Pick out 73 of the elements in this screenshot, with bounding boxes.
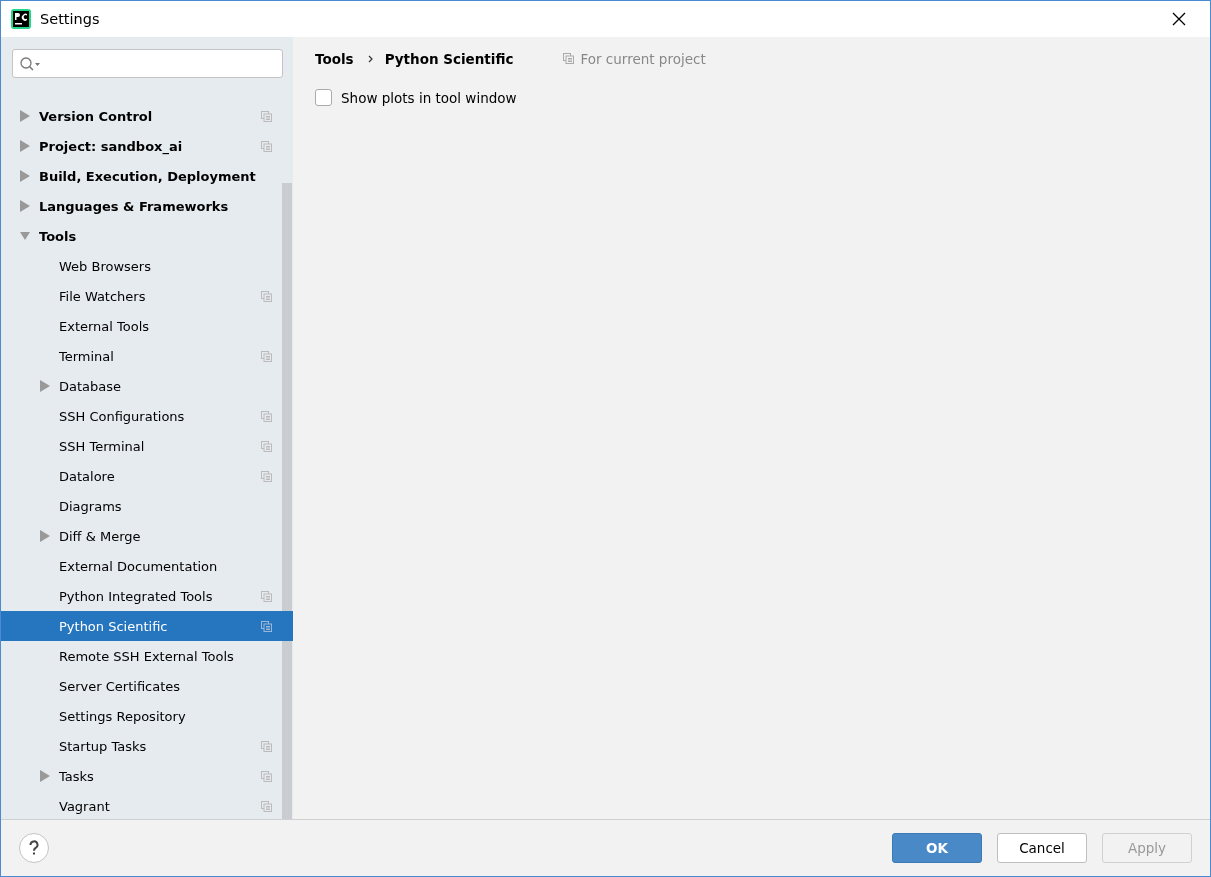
dialog-button[interactable]: OK [892, 833, 982, 863]
tree-item-label: Languages & Frameworks [39, 198, 230, 214]
tree-item[interactable]: Python Scientific [1, 611, 293, 641]
collapsed-arrow-icon[interactable] [20, 140, 30, 152]
tree-item-label: SSH Terminal [59, 438, 146, 454]
tree-item-label: Tools [39, 228, 78, 244]
tree-item-label: Diagrams [59, 498, 123, 514]
tree-item-label: External Tools [59, 318, 151, 334]
tree-item[interactable]: Tools [1, 221, 282, 251]
tree-item[interactable]: Diagrams [1, 491, 282, 521]
close-icon[interactable] [1172, 12, 1186, 26]
tree-item[interactable]: File Watchers [1, 281, 282, 311]
help-button[interactable] [19, 833, 49, 863]
tree-item-label: Python Scientific [59, 618, 169, 634]
collapsed-arrow-icon[interactable] [40, 530, 50, 542]
tree-item-label: Database [59, 378, 123, 394]
collapsed-arrow-icon[interactable] [20, 200, 30, 212]
tree-item[interactable]: Project: sandbox_ai [1, 131, 282, 161]
collapsed-arrow-icon[interactable] [20, 170, 30, 182]
checkbox[interactable] [315, 89, 332, 106]
window-title: Settings [40, 11, 101, 27]
dialog-button[interactable]: Cancel [997, 833, 1087, 863]
tree-item-label: Web Browsers [59, 258, 152, 274]
tree-item-label: Tasks [59, 768, 95, 784]
tree-item-label: Version Control [39, 108, 154, 124]
chevron-icon [367, 54, 374, 63]
expanded-arrow-icon[interactable] [20, 230, 30, 242]
tree-item[interactable]: External Documentation [1, 551, 282, 581]
tree-item-label: SSH Configurations [59, 408, 186, 424]
tree-item[interactable]: Datalore [1, 461, 282, 491]
tree-item-label: Terminal [59, 348, 115, 364]
tree-item[interactable]: Web Browsers [1, 251, 282, 281]
tree-item-label: Project: sandbox_ai [39, 138, 184, 154]
tree-item[interactable]: Server Certificates [1, 671, 282, 701]
tree-item-label: Remote SSH External Tools [59, 648, 235, 664]
tree-item[interactable]: SSH Configurations [1, 401, 282, 431]
tree-item-label: Startup Tasks [59, 738, 148, 754]
tree-item-label: Vagrant [59, 798, 111, 814]
app-logo-icon [11, 9, 31, 29]
tree-item-label: Build, Execution, Deployment [39, 168, 257, 184]
search-icon [19, 55, 41, 72]
tree-item[interactable]: Diff & Merge [1, 521, 282, 551]
breadcrumb-item: Tools [315, 50, 354, 67]
tree-item[interactable]: Version Control [1, 101, 282, 131]
tree-item-label: Settings Repository [59, 708, 187, 724]
tree-item[interactable]: SSH Terminal [1, 431, 282, 461]
tree-item-label: Server Certificates [59, 678, 182, 694]
checkbox-label: Show plots in tool window [341, 89, 517, 106]
tree-item[interactable]: Vagrant [1, 791, 282, 821]
tree-item[interactable]: Build, Execution, Deployment [1, 161, 282, 191]
tree-item[interactable]: Settings Repository [1, 701, 282, 731]
tree-item[interactable]: External Tools [1, 311, 282, 341]
tree-item[interactable]: Python Integrated Tools [1, 581, 282, 611]
question-mark-icon [28, 840, 40, 856]
tree-item[interactable]: Terminal [1, 341, 282, 371]
tree-item[interactable]: Database [1, 371, 282, 401]
tree-item-label: Diff & Merge [59, 528, 142, 544]
collapsed-arrow-icon[interactable] [40, 770, 50, 782]
tree-item-label: External Documentation [59, 558, 219, 574]
tree-item[interactable]: Tasks [1, 761, 282, 791]
tree-item[interactable]: Remote SSH External Tools [1, 641, 282, 671]
collapsed-arrow-icon[interactable] [20, 110, 30, 122]
tree-item[interactable]: Startup Tasks [1, 731, 282, 761]
breadcrumb-item: Python Scientific [384, 50, 514, 67]
search-field[interactable] [12, 49, 283, 78]
scrollbar[interactable] [282, 183, 292, 819]
tree-item[interactable]: Languages & Frameworks [1, 191, 282, 221]
tree-item-label: Python Integrated Tools [59, 588, 214, 604]
tree-item-label: Datalore [59, 468, 116, 484]
collapsed-arrow-icon[interactable] [40, 380, 50, 392]
tree-item-label: File Watchers [59, 288, 147, 304]
copy-icon [563, 53, 575, 64]
scope-note: For current project [580, 50, 706, 67]
